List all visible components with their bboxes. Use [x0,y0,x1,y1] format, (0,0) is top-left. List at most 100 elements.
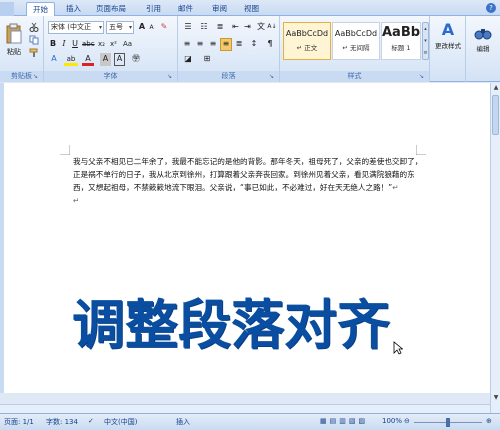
font-group-label: 字体 [44,71,177,82]
margin-corner-mark [416,145,426,155]
copy-button[interactable] [28,34,40,45]
copy-icon [29,35,39,45]
font-name-value: 宋体 (中文正 [51,23,91,31]
justify-button[interactable]: ≡ [220,38,232,51]
change-styles-label: 更改样式 [435,42,461,50]
italic-button[interactable]: I [59,38,69,51]
font-size-value: 五号 [109,23,123,31]
font-group: 宋体 (中文正 ▾ 五号 ▾ A A ✎ B I U abc x₂ x² Aa … [44,16,178,82]
change-styles-icon: A [441,20,455,39]
editing-button[interactable]: 编辑 [469,19,497,63]
help-icon[interactable]: ? [486,3,496,13]
paragraph-group-label: 段落 [178,71,279,82]
character-border-button[interactable]: A [114,53,125,66]
align-right-button[interactable]: ≡ [207,38,219,51]
zoom-out-icon[interactable]: ⊖ [404,417,410,425]
change-styles-group: A 更改样式 [430,16,466,82]
overlay-caption: 调整段落对齐 [72,295,390,356]
style-preview: AaBbCcDd [334,29,378,38]
vertical-scrollbar[interactable]: ▲ ▼ [490,83,500,413]
style-name: 标题 1 [391,44,411,52]
page-count[interactable]: 页面: 1/1 [4,417,34,427]
style-normal[interactable]: AaBbCcDd ↵ 正文 [283,22,331,60]
format-painter-button[interactable] [28,47,40,58]
bold-button[interactable]: B [48,38,58,51]
styles-launcher-icon[interactable]: ↘ [419,73,427,81]
show-marks-button[interactable]: ¶ [264,38,276,51]
superscript-button[interactable]: x² [108,38,119,51]
style-preview: AaBbCcDd [285,29,329,38]
proofing-icon[interactable]: ✓ [88,417,94,425]
scissors-icon [29,22,39,32]
insert-mode[interactable]: 插入 [176,417,190,427]
binoculars-icon [474,29,492,40]
styles-group: AaBbCcDd ↵ 正文 AaBbCcDd ↵ 无间隔 AaBb 标题 1 ▴… [280,16,430,82]
distributed-button[interactable]: ≣ [233,38,245,51]
format-painter-icon [29,48,38,57]
chevron-down-icon: ▾ [98,24,102,31]
underline-button[interactable]: U [70,38,80,51]
tab-home[interactable]: 开始 [26,2,55,16]
clear-formatting-button[interactable]: ✎ [158,21,170,34]
enclose-char-button[interactable]: ㊫ [130,53,142,66]
paste-button[interactable]: 粘贴 [3,20,25,60]
character-shading-button[interactable]: A [100,53,111,66]
align-left-button[interactable]: ≡ [181,38,193,51]
line-spacing-button[interactable]: ↕ [248,38,260,51]
ribbon: 粘贴 剪贴板 ↘ 宋体 (中文正 ▾ 五号 ▾ A A ✎ B I U abc … [0,16,500,82]
style-no-spacing[interactable]: AaBbCcDd ↵ 无间隔 [332,22,380,60]
tab-references[interactable]: 引用 [140,2,167,16]
horizontal-scrollbar[interactable] [0,404,490,413]
increase-indent-button[interactable]: ⇥ [242,21,253,34]
body-text: 我与父亲不相见已二年余了，我最不能忘记的是他的背影。那年冬天，祖母死了，父亲的差… [73,157,423,192]
office-button-stub[interactable] [0,2,14,16]
styles-scroll-buttons[interactable]: ▴ ▾ ≡ [422,22,429,60]
multilevel-list-button[interactable]: ≣ [213,21,227,34]
align-center-button[interactable]: ≡ [194,38,206,51]
ribbon-tab-bar: 开始 插入 页面布局 引用 邮件 审阅 视图 ? [0,0,500,16]
tab-mailings[interactable]: 邮件 [172,2,199,16]
decrease-indent-button[interactable]: ⇤ [230,21,241,34]
editing-group: 编辑 [466,16,500,82]
numbering-button[interactable]: ☷ [197,21,211,34]
text-effects-button[interactable]: A [48,53,60,66]
change-case-button[interactable]: Aa [121,38,134,51]
paragraph-mark: ↵ [73,196,80,205]
zoom-slider-thumb[interactable] [446,418,450,427]
zoom-in-icon[interactable]: ⊕ [486,417,492,425]
chevron-down-icon: ▾ [128,24,132,31]
shading-button[interactable]: ◪ [181,53,195,66]
tab-review[interactable]: 审阅 [206,2,233,16]
scrollbar-thumb[interactable] [492,95,499,135]
scroll-up-icon[interactable]: ▲ [491,83,500,93]
strikethrough-button[interactable]: abc [82,38,95,51]
font-color-button[interactable]: A [82,53,94,66]
font-name-combo[interactable]: 宋体 (中文正 ▾ [48,21,104,34]
clipboard-launcher-icon[interactable]: ↘ [33,73,41,81]
font-launcher-icon[interactable]: ↘ [167,73,175,81]
tab-page-layout[interactable]: 页面布局 [90,2,132,16]
word-count[interactable]: 字数: 134 [46,417,78,427]
asian-layout-button[interactable]: 文 [256,21,266,34]
cut-button[interactable] [28,21,40,32]
borders-button[interactable]: ⊞ [200,53,214,66]
grow-font-button[interactable]: A [137,21,147,34]
zoom-slider[interactable] [414,418,482,427]
status-bar: 页面: 1/1 字数: 134 ✓ 中文(中国) 插入 ▦▤▥▧▨ 100% ⊖… [0,413,500,430]
body-paragraph[interactable]: 我与父亲不相见已二年余了，我最不能忘记的是他的背影。那年冬天，祖母死了，父亲的差… [73,155,423,207]
paragraph-launcher-icon[interactable]: ↘ [269,73,277,81]
scroll-down-icon[interactable]: ▼ [491,393,500,403]
bullets-button[interactable]: ☰ [181,21,195,34]
tab-insert[interactable]: 插入 [60,2,87,16]
highlight-button[interactable]: ab [64,53,78,66]
sort-button[interactable]: A↓ [267,21,277,34]
tab-view[interactable]: 视图 [238,2,265,16]
view-buttons[interactable]: ▦▤▥▧▨ [320,417,368,425]
style-heading-1[interactable]: AaBb 标题 1 [381,22,421,60]
subscript-button[interactable]: x₂ [96,38,107,51]
change-styles-button[interactable]: A 更改样式 [432,19,464,63]
shrink-font-button[interactable]: A [147,22,156,35]
font-size-combo[interactable]: 五号 ▾ [106,21,134,34]
language-indicator[interactable]: 中文(中国) [104,417,137,427]
zoom-level[interactable]: 100% [382,417,402,425]
